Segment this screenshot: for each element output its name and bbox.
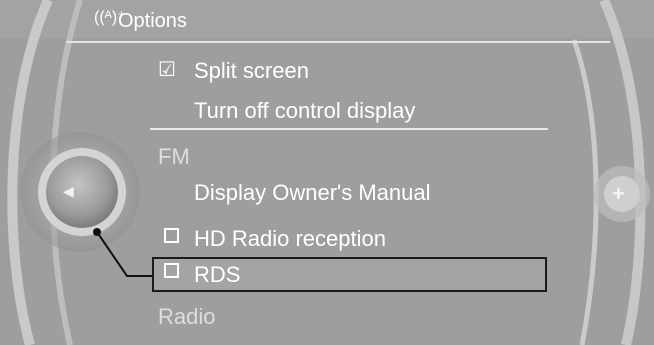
plus-icon[interactable]: + xyxy=(612,183,625,205)
section-fm-label: FM xyxy=(158,144,190,169)
rds-label[interactable]: RDS xyxy=(194,264,240,286)
turn-off-display-item[interactable]: Turn off control display xyxy=(194,100,415,122)
options-title: Options xyxy=(118,10,187,32)
rds-checkbox[interactable] xyxy=(164,263,179,278)
hd-radio-label[interactable]: HD Radio reception xyxy=(194,228,386,250)
split-screen-label[interactable]: Split screen xyxy=(194,60,309,82)
left-arrow-icon[interactable]: ◀ xyxy=(63,184,74,198)
screen-frame-decoration xyxy=(0,0,654,345)
idrive-screen: ((ᴬ)⁺ Options ☑ Split screen Turn off co… xyxy=(0,0,654,345)
owners-manual-item[interactable]: Display Owner's Manual xyxy=(194,182,431,204)
hd-radio-checkbox[interactable] xyxy=(164,228,179,243)
split-screen-checkbox-icon[interactable]: ☑ xyxy=(158,60,176,80)
section-radio-label: Radio xyxy=(158,304,216,329)
